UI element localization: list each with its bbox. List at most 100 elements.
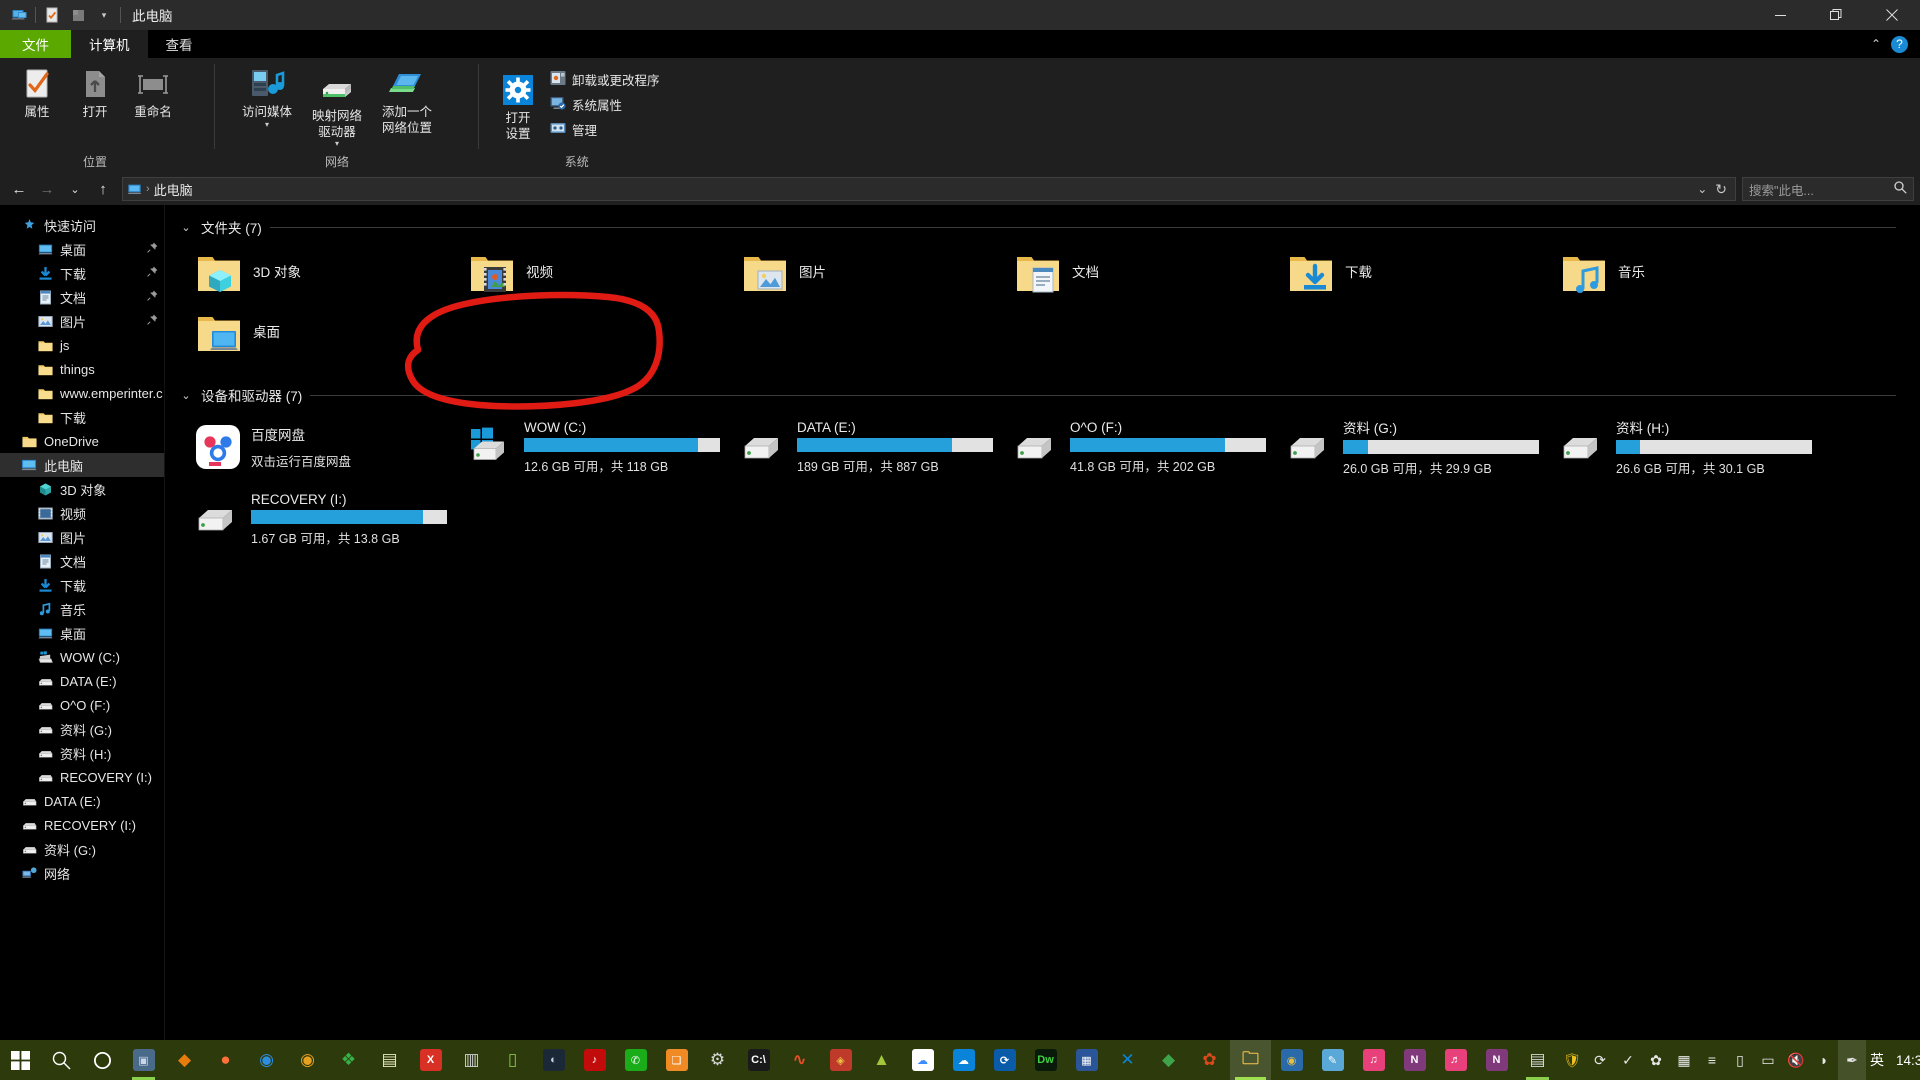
taskbar-wechat-icon[interactable]: ✆ xyxy=(615,1040,656,1080)
ribbon-uninstall-program-button[interactable]: 卸载或更改程序 xyxy=(544,68,666,90)
taskbar-onedrive-icon[interactable]: ☁ xyxy=(943,1040,984,1080)
refresh-icon[interactable]: ↻ xyxy=(1715,181,1727,198)
wifi-icon[interactable]: ◗ xyxy=(1810,1040,1838,1080)
pin-icon[interactable] xyxy=(147,266,158,280)
breadcrumb[interactable]: › 此电脑 ⌄ ↻ xyxy=(122,177,1736,201)
sidebar-item-26[interactable]: 资料 (G:) xyxy=(0,837,164,861)
drive-tile[interactable]: WOW (C:) 12.6 GB 可用，共 118 GB xyxy=(462,411,735,483)
ribbon-manage-button[interactable]: 管理 xyxy=(544,118,666,140)
taskbar-onenote2-icon[interactable]: N xyxy=(1476,1040,1517,1080)
sidebar-item-20[interactable]: O^O (F:) xyxy=(0,693,164,717)
sidebar-item-2[interactable]: 下载 xyxy=(0,261,164,285)
chevron-down-icon-folders[interactable]: ⌄ xyxy=(179,221,193,234)
folder-tile[interactable]: 音乐 xyxy=(1554,243,1827,303)
taskbar-clock[interactable]: 14:36 xyxy=(1884,1040,1920,1080)
taskbar-excel-icon[interactable]: X xyxy=(410,1040,451,1080)
recent-locations-button[interactable]: ⌄ xyxy=(62,176,88,202)
folders-group-header[interactable]: ⌄ 文件夹 (7) xyxy=(179,217,1920,237)
sidebar-item-17[interactable]: 桌面 xyxy=(0,621,164,645)
taskbar-chrome-icon[interactable]: ◉ xyxy=(287,1040,328,1080)
sidebar-item-22[interactable]: 资料 (H:) xyxy=(0,741,164,765)
sidebar-item-25[interactable]: RECOVERY (I:) xyxy=(0,813,164,837)
drive-tile[interactable]: 百度网盘 双击运行百度网盘 xyxy=(189,411,462,483)
taskbar-sync-icon[interactable]: ⟳ xyxy=(984,1040,1025,1080)
sidebar-item-27[interactable]: 网络 xyxy=(0,861,164,885)
sidebar-item-19[interactable]: DATA (E:) xyxy=(0,669,164,693)
search-input[interactable]: 搜索"此电... xyxy=(1742,177,1914,201)
new-folder-icon[interactable] xyxy=(65,2,91,28)
taskbar-search-icon[interactable] xyxy=(41,1040,82,1080)
chevron-down-icon-drives[interactable]: ⌄ xyxy=(179,389,193,402)
sidebar-item-7[interactable]: www.emperinter.c xyxy=(0,381,164,405)
ribbon-open-settings-button[interactable]: 打开 设置 xyxy=(496,64,540,144)
ribbon-properties-button[interactable]: 属性 xyxy=(10,64,64,123)
battery-icon[interactable]: ▭ xyxy=(1754,1040,1782,1080)
drive-tile[interactable]: 资料 (G:) 26.0 GB 可用，共 29.9 GB xyxy=(1281,411,1554,483)
sidebar-item-9[interactable]: OneDrive xyxy=(0,429,164,453)
sidebar-item-0[interactable]: 快速访问 xyxy=(0,213,164,237)
drive-tile[interactable]: 资料 (H:) 26.6 GB 可用，共 30.1 GB xyxy=(1554,411,1827,483)
taskbar-door-icon[interactable]: ▯ xyxy=(492,1040,533,1080)
sidebar-item-4[interactable]: 图片 xyxy=(0,309,164,333)
teamviewer-icon[interactable]: ⟳ xyxy=(1586,1040,1614,1080)
pin-icon[interactable] xyxy=(147,314,158,328)
taskbar-netease-music-icon[interactable]: ♪ xyxy=(574,1040,615,1080)
ribbon-map-drive-button[interactable]: 映射网络 驱动器 ▾ xyxy=(306,64,368,150)
taskbar-sourcetree-icon[interactable]: ◆ xyxy=(1148,1040,1189,1080)
tab-view[interactable]: 查看 xyxy=(148,30,211,58)
network-tray-icon[interactable]: ≡ xyxy=(1698,1040,1726,1080)
forward-button[interactable]: → xyxy=(34,176,60,202)
sidebar-item-11[interactable]: 3D 对象 xyxy=(0,477,164,501)
collapse-ribbon-icon[interactable]: ⌃ xyxy=(1871,37,1881,51)
sidebar-item-6[interactable]: things xyxy=(0,357,164,381)
ribbon-system-properties-button[interactable]: 系统属性 xyxy=(544,93,666,115)
taskbar-firefox-icon[interactable]: ● xyxy=(205,1040,246,1080)
taskbar-paint-icon[interactable]: ✎ xyxy=(1312,1040,1353,1080)
volume-mute-icon[interactable]: 🔇 xyxy=(1782,1040,1810,1080)
properties-icon[interactable] xyxy=(39,2,65,28)
taskbar-dreamweaver-icon[interactable]: Dw xyxy=(1025,1040,1066,1080)
ime-language-indicator[interactable]: 英 xyxy=(1870,1040,1884,1080)
sidebar-item-8[interactable]: 下载 xyxy=(0,405,164,429)
chevron-down-icon-2[interactable]: ▾ xyxy=(335,140,339,148)
ribbon-rename-button[interactable]: 重命名 xyxy=(126,64,180,123)
taskbar-blender-icon[interactable]: ◆ xyxy=(164,1040,205,1080)
taskbar-steam-icon[interactable]: ◐ xyxy=(533,1040,574,1080)
close-button[interactable] xyxy=(1864,0,1920,30)
taskbar-vscode-icon[interactable]: ✕ xyxy=(1107,1040,1148,1080)
sidebar-item-24[interactable]: DATA (E:) xyxy=(0,789,164,813)
help-icon[interactable]: ? xyxy=(1891,35,1908,53)
taskbar-itunes-icon[interactable]: ♫ xyxy=(1353,1040,1394,1080)
taskbar-edge-icon[interactable]: ◉ xyxy=(246,1040,287,1080)
start-button[interactable] xyxy=(0,1040,41,1080)
folder-tile[interactable]: 视频 xyxy=(462,243,735,303)
taskbar-remote-icon[interactable]: ⚙ xyxy=(697,1040,738,1080)
taskbar-file-explorer-icon[interactable]: 🗀 xyxy=(1230,1040,1271,1080)
chevron-down-icon[interactable]: ▾ xyxy=(265,120,269,129)
taskbar-app-icon[interactable]: ❏ xyxy=(656,1040,697,1080)
cortana-icon[interactable] xyxy=(82,1040,123,1080)
drive-tile[interactable]: DATA (E:) 189 GB 可用，共 887 GB xyxy=(735,411,1008,483)
sidebar-item-10[interactable]: 此电脑 xyxy=(0,453,164,477)
drives-group-header[interactable]: ⌄ 设备和驱动器 (7) xyxy=(179,385,1920,405)
taskbar-baidu-netdisk-icon[interactable]: ☁ xyxy=(902,1040,943,1080)
taskbar-onenote-icon[interactable]: N xyxy=(1394,1040,1435,1080)
tab-computer[interactable]: 计算机 xyxy=(71,30,148,58)
taskbar-terminal-icon[interactable]: C:\ xyxy=(738,1040,779,1080)
drive-tile[interactable]: O^O (F:) 41.8 GB 可用，共 202 GB xyxy=(1008,411,1281,483)
taskbar-ccleaner-icon[interactable]: ✿ xyxy=(1189,1040,1230,1080)
sidebar-item-1[interactable]: 桌面 xyxy=(0,237,164,261)
sidebar-item-5[interactable]: js xyxy=(0,333,164,357)
folder-tile[interactable]: 文档 xyxy=(1008,243,1281,303)
sidebar-item-21[interactable]: 资料 (G:) xyxy=(0,717,164,741)
pin-icon[interactable] xyxy=(147,242,158,256)
qat-dropdown-icon[interactable]: ▾ xyxy=(91,2,117,28)
navigation-pane[interactable]: 快速访问 桌面 下载 文档 图片 js things www.emperinter.c 下载 On… xyxy=(0,205,165,1040)
taskbar-music-player-icon[interactable]: ♬ xyxy=(1435,1040,1476,1080)
taskbar-evernote-icon[interactable]: ❖ xyxy=(328,1040,369,1080)
sidebar-item-15[interactable]: 下载 xyxy=(0,573,164,597)
taskbar-app3-icon[interactable]: ◉ xyxy=(1271,1040,1312,1080)
taskbar-task-view-icon[interactable]: ▣ xyxy=(123,1040,164,1080)
clock-app-icon[interactable]: ✓ xyxy=(1614,1040,1642,1080)
sidebar-item-14[interactable]: 文档 xyxy=(0,549,164,573)
